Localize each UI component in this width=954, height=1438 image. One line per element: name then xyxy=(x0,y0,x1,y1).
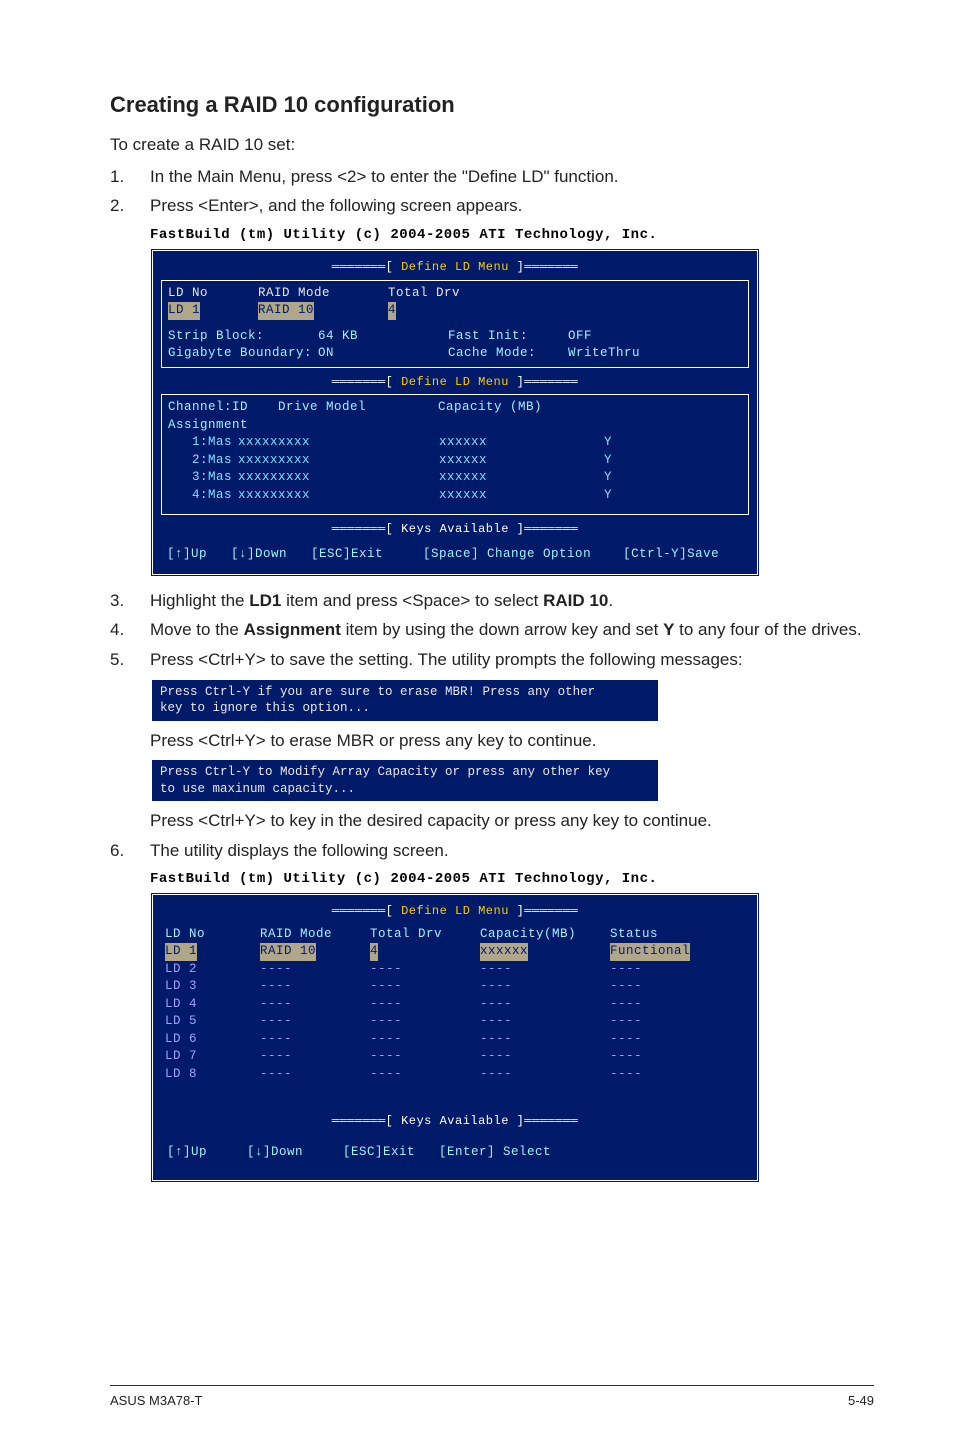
cache-value: WriteThru xyxy=(568,346,640,360)
sel2-mode: RAID 10 xyxy=(260,943,316,961)
prompt-box-1: Press Ctrl-Y if you are sure to erase MB… xyxy=(150,678,660,723)
define-ld-menu-label: Define LD Menu xyxy=(161,259,749,276)
col-assignment: Assignment xyxy=(168,417,248,435)
col-capacity: Capacity (MB) xyxy=(438,399,618,417)
keybar-2: [↑]Up [↓]Down [ESC]Exit [Enter] Select xyxy=(161,1140,749,1176)
drive-row: 3:MasxxxxxxxxxxxxxxxY xyxy=(168,469,742,487)
step-number: 2. xyxy=(110,194,150,218)
col2-ldno: LD No xyxy=(165,926,260,944)
ld-row: LD 2---------------- xyxy=(165,961,745,979)
gigabyte-label: Gigabyte Boundary: xyxy=(168,346,312,360)
step-number: 6. xyxy=(110,839,150,863)
sel-ld: LD 1 xyxy=(168,302,200,320)
footer-page: 5-49 xyxy=(848,1392,874,1410)
bios-screenshot-2: FastBuild (tm) Utility (c) 2004-2005 ATI… xyxy=(150,870,760,1182)
step-number: 3. xyxy=(110,589,150,613)
step-text: Press <Ctrl+Y> to save the setting. The … xyxy=(150,648,874,672)
sel2-cap: xxxxxx xyxy=(480,943,528,961)
sel2-stat: Functional xyxy=(610,943,690,961)
sel-mode: RAID 10 xyxy=(258,302,314,320)
step-text: In the Main Menu, press <2> to enter the… xyxy=(150,165,874,189)
section-heading: Creating a RAID 10 configuration xyxy=(110,90,874,121)
col-ldno: LD No xyxy=(168,285,258,303)
step-text: Highlight the LD1 item and press <Space>… xyxy=(150,589,874,613)
ld-row: LD 4---------------- xyxy=(165,996,745,1014)
col2-stat: Status xyxy=(610,926,705,944)
fastbuild-title: FastBuild (tm) Utility (c) 2004-2005 ATI… xyxy=(150,226,760,246)
fastinit-label: Fast Init: xyxy=(448,329,528,343)
drive-row: 4:MasxxxxxxxxxxxxxxxY xyxy=(168,487,742,505)
bios-screenshot-1: FastBuild (tm) Utility (c) 2004-2005 ATI… xyxy=(150,226,760,576)
define-ld-menu-label-3: Define LD Menu xyxy=(161,903,749,920)
ld-row: LD 6---------------- xyxy=(165,1031,745,1049)
fastbuild-title-2: FastBuild (tm) Utility (c) 2004-2005 ATI… xyxy=(150,870,760,890)
footer-model: ASUS M3A78-T xyxy=(110,1392,202,1410)
col-totaldrv: Total Drv xyxy=(388,285,518,303)
prompt-box-2: Press Ctrl-Y to Modify Array Capacity or… xyxy=(150,758,660,803)
keys-available-label: Keys Available xyxy=(161,521,749,538)
col2-tot: Total Drv xyxy=(370,926,480,944)
ld-row: LD 8---------------- xyxy=(165,1066,745,1084)
strip-value: 64 KB xyxy=(318,329,358,343)
after-prompt-1: Press <Ctrl+Y> to erase MBR or press any… xyxy=(150,729,874,753)
col-drivemodel: Drive Model xyxy=(278,399,438,417)
sel2-tot: 4 xyxy=(370,943,378,961)
ld-row: LD 3---------------- xyxy=(165,978,745,996)
cache-label: Cache Mode: xyxy=(448,346,536,360)
keybar-1: [↑]Up [↓]Down [ESC]Exit [Space] Change O… xyxy=(161,542,749,566)
drive-row: 1:MasxxxxxxxxxxxxxxxY xyxy=(168,434,742,452)
intro-text: To create a RAID 10 set: xyxy=(110,133,874,157)
define-ld-menu-label-2: Define LD Menu xyxy=(161,374,749,391)
step-text: The utility displays the following scree… xyxy=(150,839,874,863)
step-number: 1. xyxy=(110,165,150,189)
fastinit-value: OFF xyxy=(568,329,592,343)
ld-row: LD 5---------------- xyxy=(165,1013,745,1031)
col-channelid: Channel:ID xyxy=(168,399,278,417)
step-text: Move to the Assignment item by using the… xyxy=(150,618,874,642)
step-number: 5. xyxy=(110,648,150,672)
sel2-no: LD 1 xyxy=(165,943,197,961)
col2-cap: Capacity(MB) xyxy=(480,926,610,944)
after-prompt-2: Press <Ctrl+Y> to key in the desired cap… xyxy=(150,809,874,833)
step-number: 4. xyxy=(110,618,150,642)
keys-available-label-2: Keys Available xyxy=(161,1113,749,1130)
step-text: Press <Enter>, and the following screen … xyxy=(150,194,874,218)
col-raidmode: RAID Mode xyxy=(258,285,388,303)
strip-label: Strip Block: xyxy=(168,329,264,343)
col2-mode: RAID Mode xyxy=(260,926,370,944)
ld-row: LD 7---------------- xyxy=(165,1048,745,1066)
drive-row: 2:MasxxxxxxxxxxxxxxxY xyxy=(168,452,742,470)
gigabyte-value: ON xyxy=(318,346,334,360)
sel-total: 4 xyxy=(388,302,396,320)
